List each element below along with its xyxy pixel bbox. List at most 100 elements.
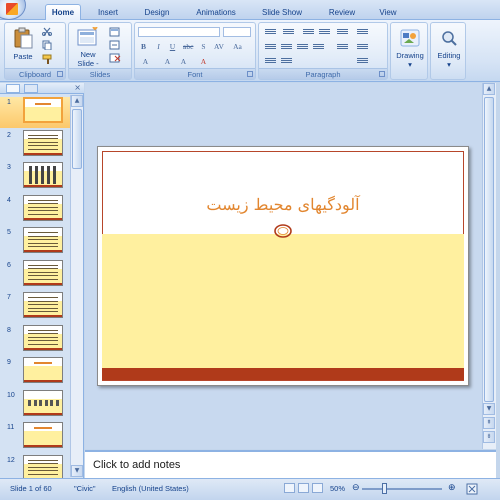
slide-thumbnail[interactable]: 4 — [0, 194, 70, 226]
main-scroll-up-icon[interactable]: ▲ — [483, 83, 495, 95]
ltr-icon[interactable] — [281, 57, 292, 65]
new-slide-icon[interactable] — [77, 27, 99, 47]
paste-icon[interactable] — [13, 27, 33, 49]
font-color-icon[interactable]: A — [199, 57, 208, 66]
language-indicator[interactable]: English (United States) — [112, 484, 189, 493]
align-left-icon[interactable] — [265, 43, 276, 51]
align-right-icon[interactable] — [297, 43, 308, 51]
char-spacing-icon[interactable]: AV — [214, 42, 224, 51]
font-size-combo[interactable] — [223, 27, 251, 37]
thumbnail-image[interactable] — [23, 422, 63, 448]
numbering-icon[interactable] — [283, 28, 294, 36]
font-launcher-icon[interactable] — [247, 71, 253, 77]
line-spacing-icon[interactable] — [337, 28, 348, 36]
decrease-indent-icon[interactable] — [303, 28, 314, 36]
clipboard-launcher-icon[interactable] — [57, 71, 63, 77]
fit-to-window-icon[interactable] — [466, 483, 478, 495]
editing-dropdown-icon[interactable]: ▾ — [431, 60, 467, 69]
slide-thumbnail[interactable]: 7 — [0, 292, 70, 323]
slide-thumbnail[interactable]: 1 — [0, 97, 70, 128]
slide-show-icon[interactable] — [312, 483, 323, 493]
smartart-icon[interactable] — [357, 57, 368, 65]
slide-thumbnail[interactable]: 11 — [0, 422, 70, 453]
notes-pane[interactable]: Click to add notes — [85, 450, 496, 478]
grow-font-icon[interactable]: A — [163, 57, 172, 66]
office-button[interactable] — [0, 0, 26, 20]
zoom-level[interactable]: 50% — [330, 484, 345, 493]
scroll-thumb[interactable] — [72, 109, 82, 169]
bullets-icon[interactable] — [265, 28, 276, 36]
drawing-dropdown-icon[interactable]: ▾ — [391, 60, 429, 69]
notes-placeholder[interactable]: Click to add notes — [93, 459, 180, 471]
thumbnail-image[interactable] — [23, 389, 63, 416]
thumbnail-image[interactable] — [23, 162, 63, 188]
zoom-slider-thumb[interactable] — [382, 483, 388, 494]
normal-view-icon[interactable] — [284, 483, 295, 493]
copy-icon[interactable] — [42, 40, 52, 50]
tab-slide-show[interactable]: Slide Show — [256, 6, 308, 20]
shrink-font-icon[interactable]: A — [179, 57, 188, 66]
thumbnail-image[interactable] — [23, 357, 63, 383]
slide-thumbnail[interactable]: 9 — [0, 357, 70, 388]
main-scroll-thumb[interactable] — [484, 97, 494, 402]
thumbnail-image[interactable] — [23, 292, 63, 318]
font-name-combo[interactable] — [138, 27, 220, 37]
close-pane-icon[interactable]: × — [74, 83, 81, 92]
tab-review[interactable]: Review — [325, 6, 359, 20]
thumbnail-image[interactable] — [23, 227, 63, 253]
main-scroll-down-icon[interactable]: ▼ — [483, 403, 495, 415]
slide-title[interactable]: آلودگیهای محیط زیست — [98, 195, 468, 214]
zoom-in-icon[interactable]: ⊕ — [448, 482, 456, 493]
delete-slide-icon[interactable] — [109, 53, 123, 63]
rtl-icon[interactable] — [265, 57, 276, 65]
tab-home[interactable]: Home — [45, 4, 81, 20]
strikethrough-icon[interactable]: abc — [183, 42, 193, 51]
scroll-up-icon[interactable]: ▲ — [71, 95, 83, 107]
columns-icon[interactable] — [337, 43, 348, 51]
thumbnail-image[interactable] — [23, 454, 63, 481]
thumbnail-image[interactable] — [23, 129, 63, 156]
text-direction-icon[interactable] — [357, 28, 368, 36]
shapes-icon[interactable] — [400, 29, 420, 47]
layout-icon[interactable] — [109, 27, 123, 37]
slides-tab[interactable] — [6, 84, 20, 93]
thumbnail-image[interactable] — [23, 194, 63, 221]
justify-icon[interactable] — [313, 43, 324, 51]
thumbnail-image[interactable] — [23, 259, 63, 286]
slide-thumbnail[interactable]: 3 — [0, 162, 70, 193]
paste-button[interactable]: Paste — [11, 52, 35, 61]
thumbnail-scrollbar[interactable]: ▲ ▼ — [70, 95, 83, 477]
align-center-icon[interactable] — [281, 43, 292, 51]
reset-icon[interactable] — [109, 40, 123, 50]
slide-thumbnail[interactable]: 6 — [0, 259, 70, 291]
tab-design[interactable]: Design — [140, 6, 174, 20]
clear-formatting-icon[interactable]: A — [141, 57, 150, 66]
align-text-icon[interactable] — [357, 43, 368, 51]
current-slide[interactable]: آلودگیهای محیط زیست — [97, 146, 469, 386]
zoom-out-icon[interactable]: ⊖ — [352, 482, 360, 493]
slide-thumbnail[interactable]: 2 — [0, 129, 70, 161]
slide-scrollbar[interactable]: ▲ ▼ ⇞ ⇟ — [482, 83, 496, 449]
italic-icon[interactable]: I — [154, 42, 163, 51]
shadow-icon[interactable]: S — [199, 42, 208, 51]
paragraph-launcher-icon[interactable] — [379, 71, 385, 77]
slide-thumbnail[interactable]: 10 — [0, 389, 70, 421]
new-slide-label-1[interactable]: New — [73, 50, 103, 59]
cut-icon[interactable] — [42, 27, 52, 36]
editing-button[interactable]: Editing — [431, 51, 467, 60]
thumbnail-image[interactable] — [23, 324, 63, 351]
scroll-down-icon[interactable]: ▼ — [71, 465, 83, 477]
slide-thumbnail[interactable]: 8 — [0, 324, 70, 356]
tab-animations[interactable]: Animations — [190, 6, 242, 20]
change-case-icon[interactable]: Aa — [233, 42, 242, 51]
tab-view[interactable]: View — [374, 6, 402, 20]
bold-icon[interactable]: B — [139, 42, 148, 51]
thumbnail-image[interactable] — [23, 97, 63, 123]
zoom-slider[interactable] — [362, 488, 442, 490]
previous-slide-icon[interactable]: ⇞ — [483, 417, 495, 429]
tab-insert[interactable]: Insert — [92, 6, 124, 20]
drawing-button[interactable]: Drawing — [391, 51, 429, 60]
increase-indent-icon[interactable] — [319, 28, 330, 36]
find-icon[interactable] — [440, 29, 458, 47]
outline-tab[interactable] — [24, 84, 38, 93]
